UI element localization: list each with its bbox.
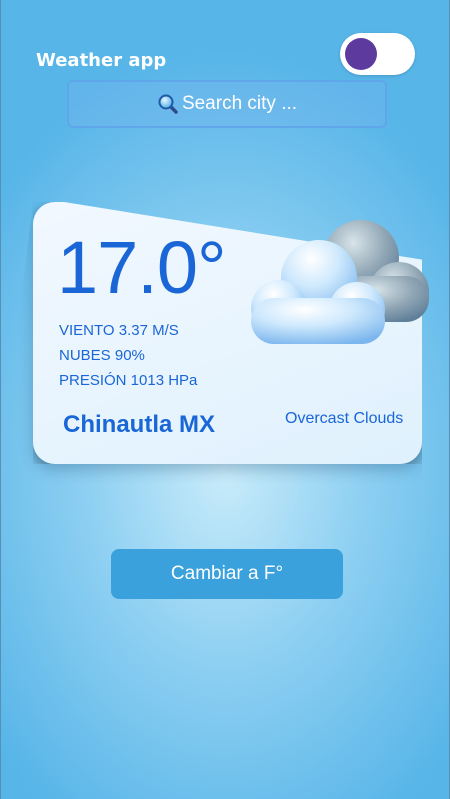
clouds-stat: NUBES 90%: [59, 347, 145, 364]
pressure-stat: PRESIÓN 1013 HPa: [59, 372, 198, 389]
search-placeholder: Search city ...: [181, 93, 298, 114]
theme-toggle[interactable]: [340, 33, 415, 75]
convert-unit-button[interactable]: Cambiar a F°: [111, 549, 343, 599]
search-input[interactable]: Search city ...: [67, 80, 387, 128]
temperature-value: 17.0°: [57, 226, 227, 309]
toggle-knob: [345, 38, 377, 70]
app-title: Weather app: [36, 50, 167, 71]
cloud-icon: [251, 220, 429, 344]
weather-description: Overcast Clouds: [285, 410, 404, 427]
city-name: Chinautla MX: [63, 411, 216, 438]
search-icon: [158, 94, 178, 114]
wind-stat: VIENTO 3.37 M/S: [59, 322, 179, 339]
